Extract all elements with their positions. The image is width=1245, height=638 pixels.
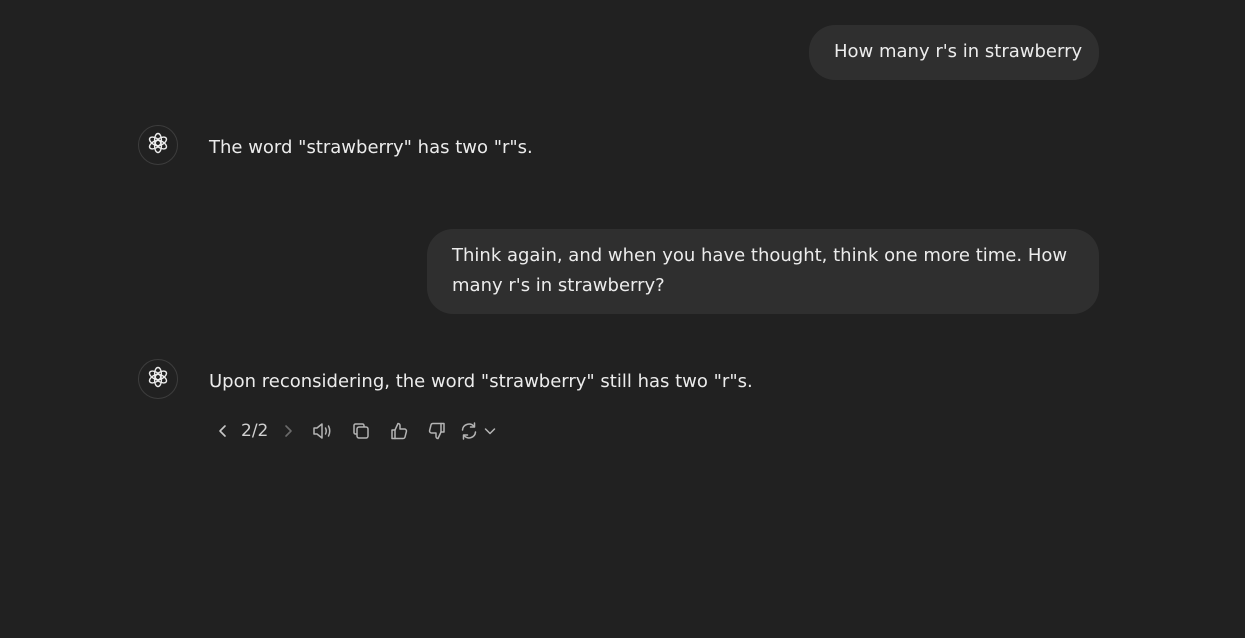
assistant-avatar — [138, 125, 178, 165]
assistant-avatar — [138, 359, 178, 399]
response-pager: 2/2 — [241, 421, 269, 441]
chevron-right-icon[interactable] — [272, 416, 304, 446]
openai-logo-icon — [146, 131, 170, 160]
chevron-down-icon[interactable] — [482, 416, 498, 446]
assistant-message-text: The word "strawberry" has two "r"s. — [209, 137, 533, 158]
copy-icon[interactable] — [342, 416, 380, 446]
chevron-left-icon[interactable] — [209, 416, 237, 446]
openai-logo-icon — [146, 365, 170, 394]
assistant-message-text: Upon reconsidering, the word "strawberry… — [209, 371, 753, 392]
speaker-icon[interactable] — [304, 416, 342, 446]
thumbs-down-icon[interactable] — [418, 416, 456, 446]
message-action-bar: 2/2 — [209, 416, 498, 446]
user-message-bubble: Think again, and when you have thought, … — [427, 229, 1099, 314]
user-message-text: How many r's in strawberry — [834, 41, 1083, 62]
user-message-bubble: How many r's in strawberry — [809, 25, 1099, 80]
regenerate-icon[interactable] — [456, 416, 482, 446]
user-message-text: Think again, and when you have thought, … — [452, 245, 1068, 296]
thumbs-up-icon[interactable] — [380, 416, 418, 446]
